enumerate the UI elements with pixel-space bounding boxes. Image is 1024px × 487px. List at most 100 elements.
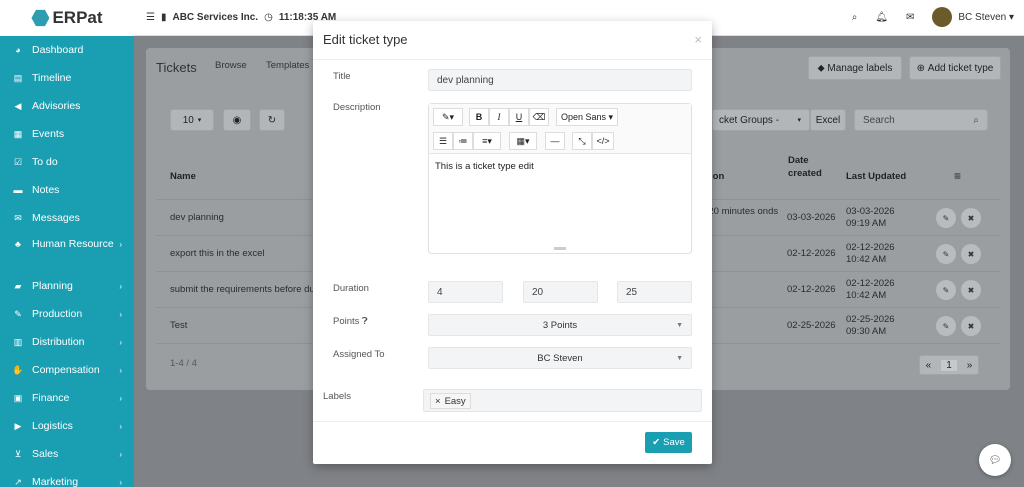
ticket-groups-filter[interactable]: cket Groups - ▾	[712, 109, 810, 131]
sidebar-item-logistics[interactable]: ▶ Logistics ›	[0, 412, 134, 440]
edit-icon[interactable]: ✎	[936, 280, 956, 300]
col-date-created[interactable]: Date created	[788, 154, 838, 180]
font-family-select[interactable]: Open Sans ▾	[556, 108, 618, 126]
delete-icon[interactable]: ✖	[961, 244, 981, 264]
edit-icon[interactable]: ✎	[936, 316, 956, 336]
duration-label: Duration	[333, 283, 369, 294]
sidebar-item-human-resource[interactable]: ♣ Human Resource ›	[0, 232, 134, 272]
pager-current[interactable]: 1	[941, 359, 957, 371]
search-icon[interactable]: ⌕	[852, 12, 858, 23]
edit-icon[interactable]: ✎	[936, 208, 956, 228]
sidebar-item-marketing[interactable]: ↗ Marketing ›	[0, 468, 134, 487]
bell-icon[interactable]: 🔔︎	[875, 12, 888, 23]
numbered-list-icon[interactable]: ≔	[453, 132, 473, 150]
mail-icon[interactable]: ✉	[906, 12, 914, 23]
cart-icon: ⊻	[14, 448, 22, 459]
eraser-icon[interactable]: ⌫	[529, 108, 549, 126]
delete-icon[interactable]: ✖	[961, 208, 981, 228]
add-ticket-type-button[interactable]: ⊕ Add ticket type	[909, 56, 1001, 80]
underline-icon[interactable]: U	[509, 108, 529, 126]
cell-date-created: 02-25-2026	[787, 320, 836, 331]
modal-title: Edit ticket type	[323, 32, 408, 47]
page-title: Tickets	[156, 60, 197, 75]
sidebar-item-messages[interactable]: ✉ Messages	[0, 204, 134, 232]
code-view-icon[interactable]: </>	[592, 132, 614, 150]
column-menu-icon[interactable]: ≡	[954, 169, 961, 183]
sidebar-item-planning[interactable]: ▰ Planning ›	[0, 272, 134, 300]
refresh-icon: ↻	[267, 114, 277, 126]
description-editor: ✎▾ B I U ⌫ Open Sans ▾ ☰ ≔ ≡▾ ▦▾ — ⤡ </>…	[428, 103, 692, 254]
calendar-icon: ▦	[13, 128, 23, 139]
save-button[interactable]: ✔ Save	[645, 432, 692, 453]
search-input[interactable]: Search ⌕	[854, 109, 988, 131]
chat-bubble-icon[interactable]: 💬︎	[979, 444, 1011, 476]
sidebar-item-advisories[interactable]: ◀ Advisories	[0, 92, 134, 120]
manage-labels-button[interactable]: ⬥ Manage labels	[808, 56, 902, 80]
editor-content[interactable]: This is a ticket type edit	[435, 161, 534, 172]
users-icon: ♣	[15, 239, 21, 249]
sidebar-item-dashboard[interactable]: ◕ Dashboard	[0, 36, 134, 64]
points-select[interactable]: 3 Points ▼	[428, 314, 692, 336]
hide-columns-button[interactable]: ◉	[223, 109, 251, 131]
tab-templates[interactable]: Templates	[266, 60, 309, 71]
page-size-select[interactable]: 10 ▾	[170, 109, 214, 131]
labels-input[interactable]: × Easy	[423, 389, 702, 412]
magic-wand-icon[interactable]: ✎▾	[433, 108, 463, 126]
sidebar-item-distribution[interactable]: ▥ Distribution ›	[0, 328, 134, 356]
excel-button[interactable]: Excel	[810, 109, 846, 131]
edit-icon[interactable]: ✎	[936, 244, 956, 264]
close-icon[interactable]: ×	[694, 32, 702, 47]
title-input[interactable]: dev planning	[428, 69, 692, 91]
pager-next[interactable]: »	[967, 360, 973, 371]
assigned-to-select[interactable]: BC Steven ▼	[428, 347, 692, 369]
sidebar-item-label: To do	[32, 156, 58, 168]
chevron-right-icon: ›	[119, 365, 122, 375]
bullet-list-icon[interactable]: ☰	[433, 132, 453, 150]
duration-seconds-input[interactable]: 25	[617, 281, 692, 303]
resize-handle[interactable]	[554, 247, 566, 250]
delete-icon[interactable]: ✖	[961, 280, 981, 300]
company-name: ABC Services Inc.	[172, 12, 259, 23]
avatar	[932, 7, 953, 27]
chevron-right-icon: ›	[119, 393, 122, 403]
sidebar-item-compensation[interactable]: ✋ Compensation ›	[0, 356, 134, 384]
checkbox-icon: ☑	[13, 156, 23, 167]
help-icon[interactable]: ❓︎	[362, 316, 368, 327]
points-value: 3 Points	[542, 319, 578, 331]
duration-minutes-input[interactable]: 20	[523, 281, 598, 303]
col-duration[interactable]: ion	[710, 171, 724, 182]
add-ticket-type-label: Add ticket type	[927, 62, 994, 74]
italic-icon[interactable]: I	[489, 108, 509, 126]
sidebar-item-finance[interactable]: ▣ Finance ›	[0, 384, 134, 412]
clock-icon: ◷	[264, 12, 273, 23]
sidebar-item-sales[interactable]: ⊻ Sales ›	[0, 440, 134, 468]
sidebar-item-label: Logistics	[32, 420, 73, 432]
fullscreen-icon[interactable]: ⤡	[572, 132, 592, 150]
refresh-button[interactable]: ↻	[259, 109, 285, 131]
cell-last-updated: 02-12-2026 10:42 AM	[846, 242, 895, 265]
col-last-updated[interactable]: Last Updated	[846, 171, 906, 182]
delete-icon[interactable]: ✖	[961, 316, 981, 336]
duration-hours-input[interactable]: 4	[428, 281, 503, 303]
remove-tag-icon[interactable]: ×	[435, 396, 441, 407]
sidebar-item-to-do[interactable]: ☑ To do	[0, 148, 134, 176]
dashboard-icon: ◕	[15, 45, 21, 55]
align-icon[interactable]: ≡▾	[473, 132, 501, 150]
table-icon[interactable]: ▦▾	[509, 132, 537, 150]
ticket-groups-filter-text: cket Groups -	[719, 114, 780, 126]
col-name[interactable]: Name	[170, 171, 196, 182]
sidebar-item-notes[interactable]: ▬ Notes	[0, 176, 134, 204]
bold-icon[interactable]: B	[469, 108, 489, 126]
sidebar-item-production[interactable]: ✎ Production ›	[0, 300, 134, 328]
tag-icon: ⬥	[817, 62, 828, 74]
horizontal-rule-icon[interactable]: —	[545, 132, 565, 150]
sidebar-item-events[interactable]: ▦ Events	[0, 120, 134, 148]
sidebar-item-label: Planning	[32, 280, 73, 292]
tab-browse[interactable]: Browse	[215, 60, 247, 71]
sidebar-item-timeline[interactable]: ▤ Timeline	[0, 64, 134, 92]
user-menu[interactable]: BC Steven ▾	[932, 7, 1014, 27]
logo[interactable]: ERPat	[0, 0, 134, 36]
pager-prev[interactable]: «	[926, 360, 932, 371]
hamburger-icon[interactable]: ☰	[146, 12, 155, 23]
handshake-icon: ✋	[12, 364, 24, 375]
